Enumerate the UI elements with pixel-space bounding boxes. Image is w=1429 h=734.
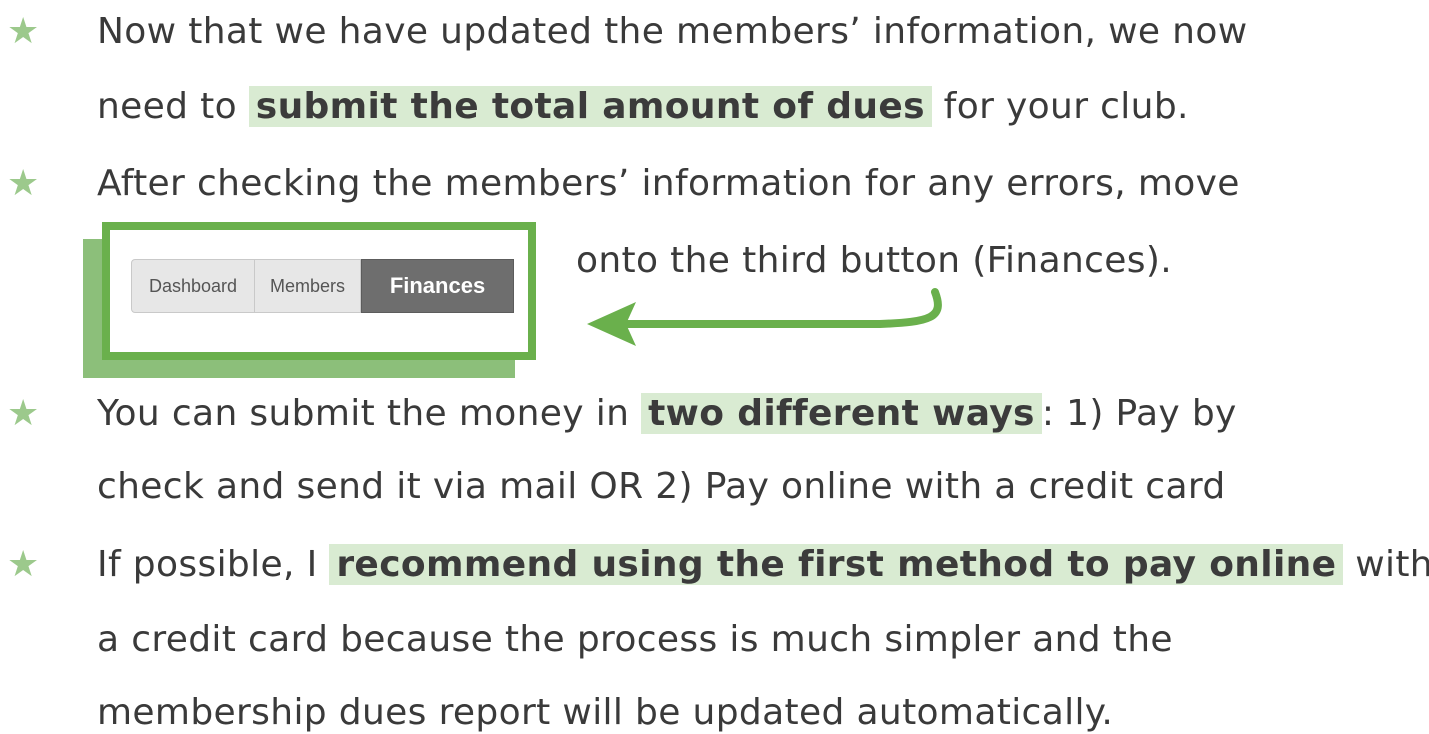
highlight-submit-dues: submit the total amount of dues	[248, 86, 932, 127]
bullet-2-line-2: onto the third button (Finances).	[576, 240, 1173, 281]
finances-button[interactable]: Finances	[361, 259, 514, 313]
highlight-two-ways: two different ways	[641, 393, 1042, 434]
bullet-3-line-2: check and send it via mail OR 2) Pay onl…	[97, 466, 1226, 507]
bullet-4-line-3: membership dues report will be updated a…	[97, 692, 1114, 733]
bullet-3-line-1: You can submit the money in two differen…	[97, 393, 1237, 434]
star-icon: ★	[7, 11, 40, 52]
star-icon: ★	[7, 163, 40, 204]
nav-button-group: Dashboard Members Finances	[131, 259, 514, 313]
bullet-1-line-2: need to submit the total amount of dues …	[97, 86, 1189, 127]
bullet-1-line-1: Now that we have updated the members’ in…	[97, 11, 1248, 52]
star-icon: ★	[7, 544, 40, 585]
bullet-2-line-1: After checking the members’ information …	[97, 163, 1240, 204]
star-icon: ★	[7, 393, 40, 434]
bullet-4-line-2: a credit card because the process is muc…	[97, 619, 1173, 660]
members-button[interactable]: Members	[255, 259, 361, 313]
highlight-recommend-online: recommend using the first method to pay …	[329, 544, 1344, 585]
dashboard-button[interactable]: Dashboard	[131, 259, 255, 313]
bullet-4-line-1: If possible, I recommend using the first…	[97, 544, 1429, 585]
